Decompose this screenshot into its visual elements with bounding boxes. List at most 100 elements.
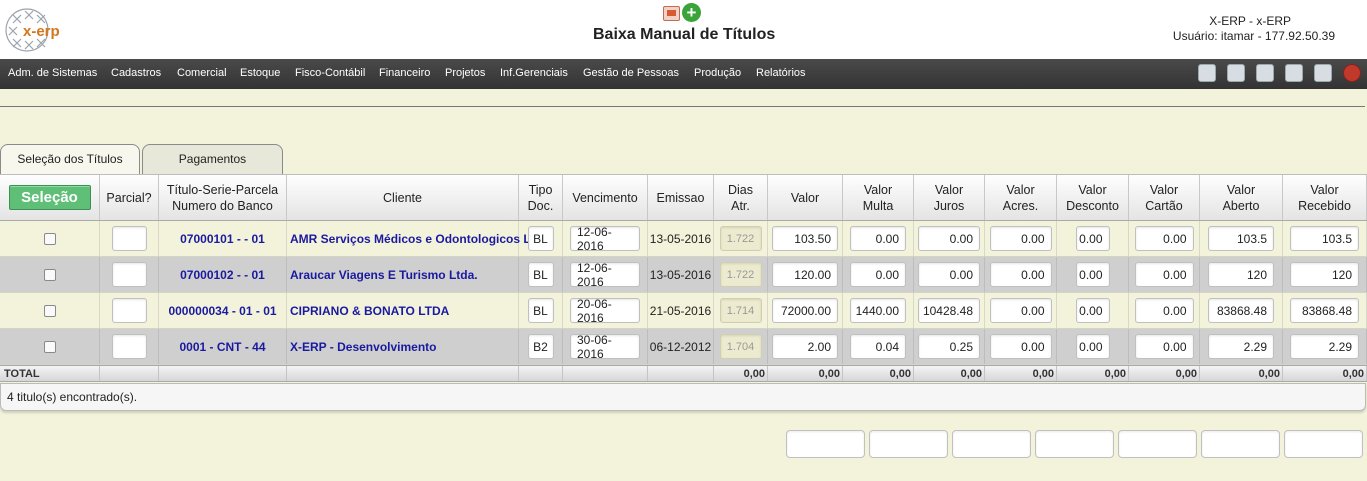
column-header: Dias Atr.: [714, 175, 768, 220]
vencimento-field[interactable]: 20-06-2016: [570, 297, 640, 325]
parcial-input[interactable]: [111, 298, 147, 323]
valor-desconto-field[interactable]: 0.00: [1075, 226, 1110, 251]
menu-item-financeiro[interactable]: Financeiro: [379, 67, 445, 79]
power-icon[interactable]: [1343, 64, 1361, 82]
totals-row: TOTAL 0,00 0,00 0,00 0,00 0,00 0,00 0,00 0,00 0,0…: [0, 365, 1367, 382]
menu-item-adm-de-sistemas[interactable]: Adm. de Sistemas: [8, 67, 111, 79]
menu-item-estoque[interactable]: Estoque: [240, 67, 295, 79]
row-checkbox[interactable]: [43, 304, 56, 317]
valor-recebido-field[interactable]: 120: [1290, 262, 1359, 287]
menu-item-cadastros[interactable]: Cadastros: [111, 67, 177, 79]
column-header: Valor Desconto: [1057, 175, 1129, 220]
pdf-icon[interactable]: [663, 6, 680, 21]
valor-cartao-field[interactable]: 0.00: [1134, 262, 1194, 287]
valor-acres-field[interactable]: 0.00: [989, 226, 1052, 251]
valor-aberto-field[interactable]: 2.29: [1208, 334, 1274, 359]
cliente-link[interactable]: AMR Serviços Médicos e Odontologicos LTD…: [290, 232, 554, 246]
menu-item-produ-o[interactable]: Produção: [694, 67, 756, 79]
footer-input[interactable]: [952, 430, 1031, 458]
valor-multa-field[interactable]: 1440.00: [850, 298, 906, 323]
row-checkbox[interactable]: [43, 268, 56, 281]
valor-valor-field[interactable]: 120.00: [772, 262, 838, 287]
document-icon[interactable]: [1256, 64, 1274, 82]
tab-selecao-titulos[interactable]: Seleção dos Títulos: [0, 144, 140, 174]
cliente-link[interactable]: X-ERP - Desenvolvimento: [290, 340, 436, 354]
valor-valor-field[interactable]: 103.50: [772, 226, 838, 251]
vencimento-field[interactable]: 12-06-2016: [570, 225, 640, 253]
titulo-link[interactable]: 07000102 - - 01: [180, 268, 265, 282]
total-value: 0,00: [1342, 367, 1364, 380]
menu-item-inf-gerenciais[interactable]: Inf.Gerenciais: [500, 67, 583, 79]
valor-aberto-field[interactable]: 83868.48: [1208, 298, 1274, 323]
column-header: Valor Cartão: [1129, 175, 1200, 220]
help-icon[interactable]: [1314, 64, 1332, 82]
menu-item-fisco-cont-bil[interactable]: Fisco-Contábil: [295, 67, 379, 79]
valor-aberto-field[interactable]: 120: [1208, 262, 1274, 287]
footer-input[interactable]: [1201, 430, 1280, 458]
menu-item-projetos[interactable]: Projetos: [445, 67, 500, 79]
menu-item-comercial[interactable]: Comercial: [177, 67, 240, 79]
valor-aberto-field[interactable]: 103.5: [1208, 226, 1274, 251]
table-row: 000000034 - 01 - 01 CIPRIANO & BONATO LTD…: [0, 293, 1367, 329]
valor-cartao-field[interactable]: 0.00: [1134, 226, 1194, 251]
menu-item-gest-o-de-pessoas[interactable]: Gestão de Pessoas: [583, 67, 694, 79]
total-value: 0,00: [743, 367, 765, 380]
valor-desconto-field[interactable]: 0.00: [1075, 298, 1110, 323]
valor-multa-field[interactable]: 0.00: [850, 226, 906, 251]
tipo-doc-field[interactable]: BL: [527, 262, 554, 287]
valor-acres-field[interactable]: 0.00: [989, 334, 1052, 359]
column-header: Valor Recebido: [1283, 175, 1367, 220]
xerp-logo: x-erp: [3, 5, 61, 55]
valor-recebido-field[interactable]: 2.29: [1290, 334, 1359, 359]
valor-recebido-field[interactable]: 103.5: [1290, 226, 1359, 251]
footer-input[interactable]: [1284, 430, 1363, 458]
footer-input[interactable]: [1035, 430, 1114, 458]
column-header: Valor Multa: [843, 175, 914, 220]
footer-input[interactable]: [869, 430, 948, 458]
vencimento-field[interactable]: 30-06-2016: [570, 333, 640, 361]
divider: [0, 106, 1365, 107]
parcial-input[interactable]: [111, 226, 147, 251]
home-icon[interactable]: [1198, 64, 1216, 82]
valor-acres-field[interactable]: 0.00: [989, 262, 1052, 287]
tipo-doc-field[interactable]: B2: [527, 334, 554, 359]
row-checkbox[interactable]: [43, 232, 56, 245]
valor-multa-field[interactable]: 0.00: [850, 262, 906, 287]
total-value: 0,00: [1258, 367, 1280, 380]
cliente-link[interactable]: CIPRIANO & BONATO LTDA: [290, 304, 449, 318]
column-header: Cliente: [287, 175, 519, 220]
valor-cartao-field[interactable]: 0.00: [1134, 334, 1194, 359]
print-icon[interactable]: [1227, 64, 1245, 82]
row-checkbox[interactable]: [43, 340, 56, 353]
valor-valor-field[interactable]: 72000.00: [772, 298, 838, 323]
cliente-link[interactable]: Araucar Viagens E Turismo Ltda.: [290, 268, 478, 282]
valor-juros-field[interactable]: 0.00: [918, 262, 980, 287]
valor-acres-field[interactable]: 0.00: [989, 298, 1052, 323]
valor-juros-field[interactable]: 0.00: [918, 226, 980, 251]
valor-juros-field[interactable]: 10428.48: [918, 298, 980, 323]
valor-juros-field[interactable]: 0.25: [918, 334, 980, 359]
valor-cartao-field[interactable]: 0.00: [1134, 298, 1194, 323]
valor-desconto-field[interactable]: 0.00: [1075, 262, 1110, 287]
titulo-link[interactable]: 000000034 - 01 - 01: [168, 304, 276, 318]
selecao-button[interactable]: Seleção: [8, 185, 91, 210]
tipo-doc-field[interactable]: BL: [527, 298, 554, 323]
valor-valor-field[interactable]: 2.00: [772, 334, 838, 359]
table-row: 0001 - CNT - 44 X-ERP - Desenvolvimento B2…: [0, 329, 1367, 365]
footer-input[interactable]: [786, 430, 865, 458]
notes-icon[interactable]: [1285, 64, 1303, 82]
footer-input[interactable]: [1118, 430, 1197, 458]
vencimento-field[interactable]: 12-06-2016: [570, 261, 640, 289]
column-header-label: Vencimento: [572, 190, 638, 205]
valor-recebido-field[interactable]: 83868.48: [1290, 298, 1359, 323]
titulo-link[interactable]: 0001 - CNT - 44: [179, 340, 265, 354]
menu-item-relat-rios[interactable]: Relatórios: [756, 67, 816, 79]
add-icon[interactable]: +: [682, 3, 701, 22]
parcial-input[interactable]: [111, 262, 147, 287]
parcial-input[interactable]: [111, 334, 147, 359]
titulo-link[interactable]: 07000101 - - 01: [180, 232, 265, 246]
valor-multa-field[interactable]: 0.04: [850, 334, 906, 359]
tipo-doc-field[interactable]: BL: [527, 226, 554, 251]
tab-pagamentos[interactable]: Pagamentos: [142, 144, 283, 174]
valor-desconto-field[interactable]: 0.00: [1075, 334, 1110, 359]
